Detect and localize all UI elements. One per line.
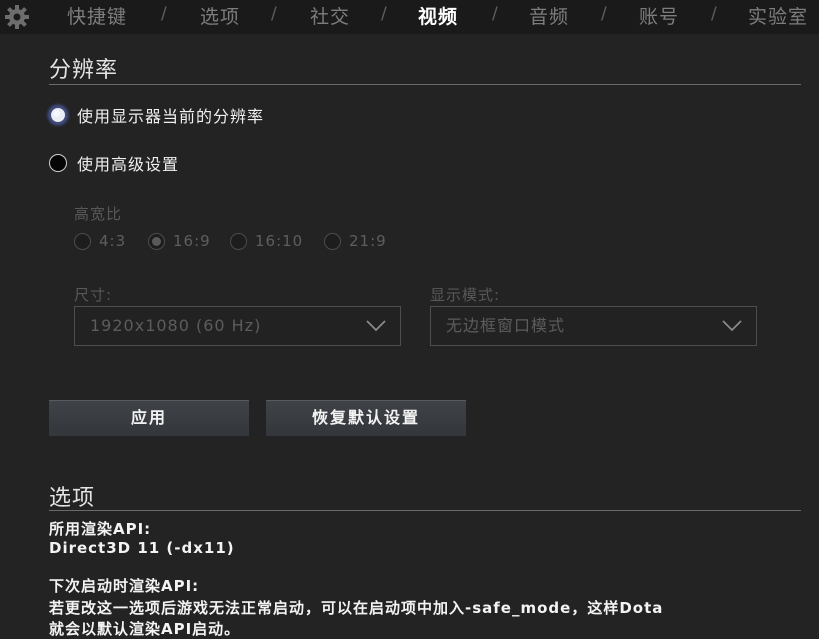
display-mode-dropdown-value: 无边框窗口模式 [446, 316, 566, 335]
next-render-api-label: 下次启动时渲染API: [49, 577, 200, 595]
radio-button[interactable] [324, 232, 341, 250]
display-mode-label: 显示模式: [430, 286, 501, 304]
resolution-section-title: 分辨率 [49, 58, 119, 83]
tab-separator: / [381, 4, 387, 24]
size-dropdown-value: 1920x1080 (60 Hz) [90, 316, 262, 335]
aspect-label: 16:10 [255, 232, 304, 250]
aspect-ratio-label: 高宽比 [74, 205, 123, 223]
tab-audio[interactable]: 音频 [529, 2, 569, 29]
aspect-label: 21:9 [349, 232, 387, 250]
section-divider [49, 84, 801, 85]
tab-separator: / [492, 4, 498, 24]
next-render-api-note: 就会以默认渲染API启动。 [49, 620, 241, 638]
options-section-title: 选项 [49, 486, 96, 511]
tab-separator: / [601, 4, 607, 24]
radio-button-selected[interactable] [49, 106, 67, 124]
tab-lab[interactable]: 实验室 [748, 2, 808, 29]
radio-button-selected[interactable] [148, 232, 165, 250]
radio-label: 使用显示器当前的分辨率 [77, 107, 265, 126]
tab-social[interactable]: 社交 [310, 2, 350, 29]
aspect-option-16-10[interactable]: 16:10 [230, 232, 303, 250]
tab-video[interactable]: 视频 [418, 2, 458, 29]
tab-hotkeys[interactable]: 快捷键 [67, 2, 127, 29]
size-label: 尺寸: [74, 286, 113, 304]
radio-button[interactable] [74, 232, 91, 250]
radio-label: 使用高级设置 [77, 155, 180, 174]
apply-button[interactable]: 应用 [49, 400, 249, 436]
tab-separator: / [161, 4, 167, 24]
next-render-api-note: 若更改这一选项后游戏无法正常启动，可以在启动项中加入-safe_mode，这样D… [49, 599, 664, 617]
aspect-option-16-9[interactable]: 16:9 [148, 232, 211, 250]
tab-separator: / [271, 4, 277, 24]
tab-account[interactable]: 账号 [639, 2, 679, 29]
section-divider [49, 510, 801, 511]
chevron-down-icon [722, 320, 742, 332]
render-api-value: Direct3D 11 (-dx11) [49, 539, 235, 557]
radio-button[interactable] [49, 154, 67, 172]
size-dropdown[interactable]: 1920x1080 (60 Hz) [74, 306, 401, 346]
aspect-label: 4:3 [99, 232, 127, 250]
chevron-down-icon [366, 320, 386, 332]
tab-options[interactable]: 选项 [200, 2, 240, 29]
radio-use-current-resolution[interactable]: 使用显示器当前的分辨率 [49, 103, 264, 127]
restore-defaults-button[interactable]: 恢复默认设置 [266, 400, 466, 436]
aspect-label: 16:9 [173, 232, 211, 250]
aspect-option-21-9[interactable]: 21:9 [324, 232, 387, 250]
display-mode-dropdown[interactable]: 无边框窗口模式 [430, 306, 757, 346]
tab-separator: / [711, 4, 717, 24]
gear-icon[interactable] [3, 4, 31, 30]
aspect-option-4-3[interactable]: 4:3 [74, 232, 126, 250]
radio-button[interactable] [230, 232, 247, 250]
top-nav-bar: 快捷键 / 选项 / 社交 / 视频 / 音频 / 账号 / 实验室 [0, 0, 819, 34]
radio-use-advanced-settings[interactable]: 使用高级设置 [49, 151, 179, 175]
render-api-label: 所用渲染API: [49, 520, 152, 538]
